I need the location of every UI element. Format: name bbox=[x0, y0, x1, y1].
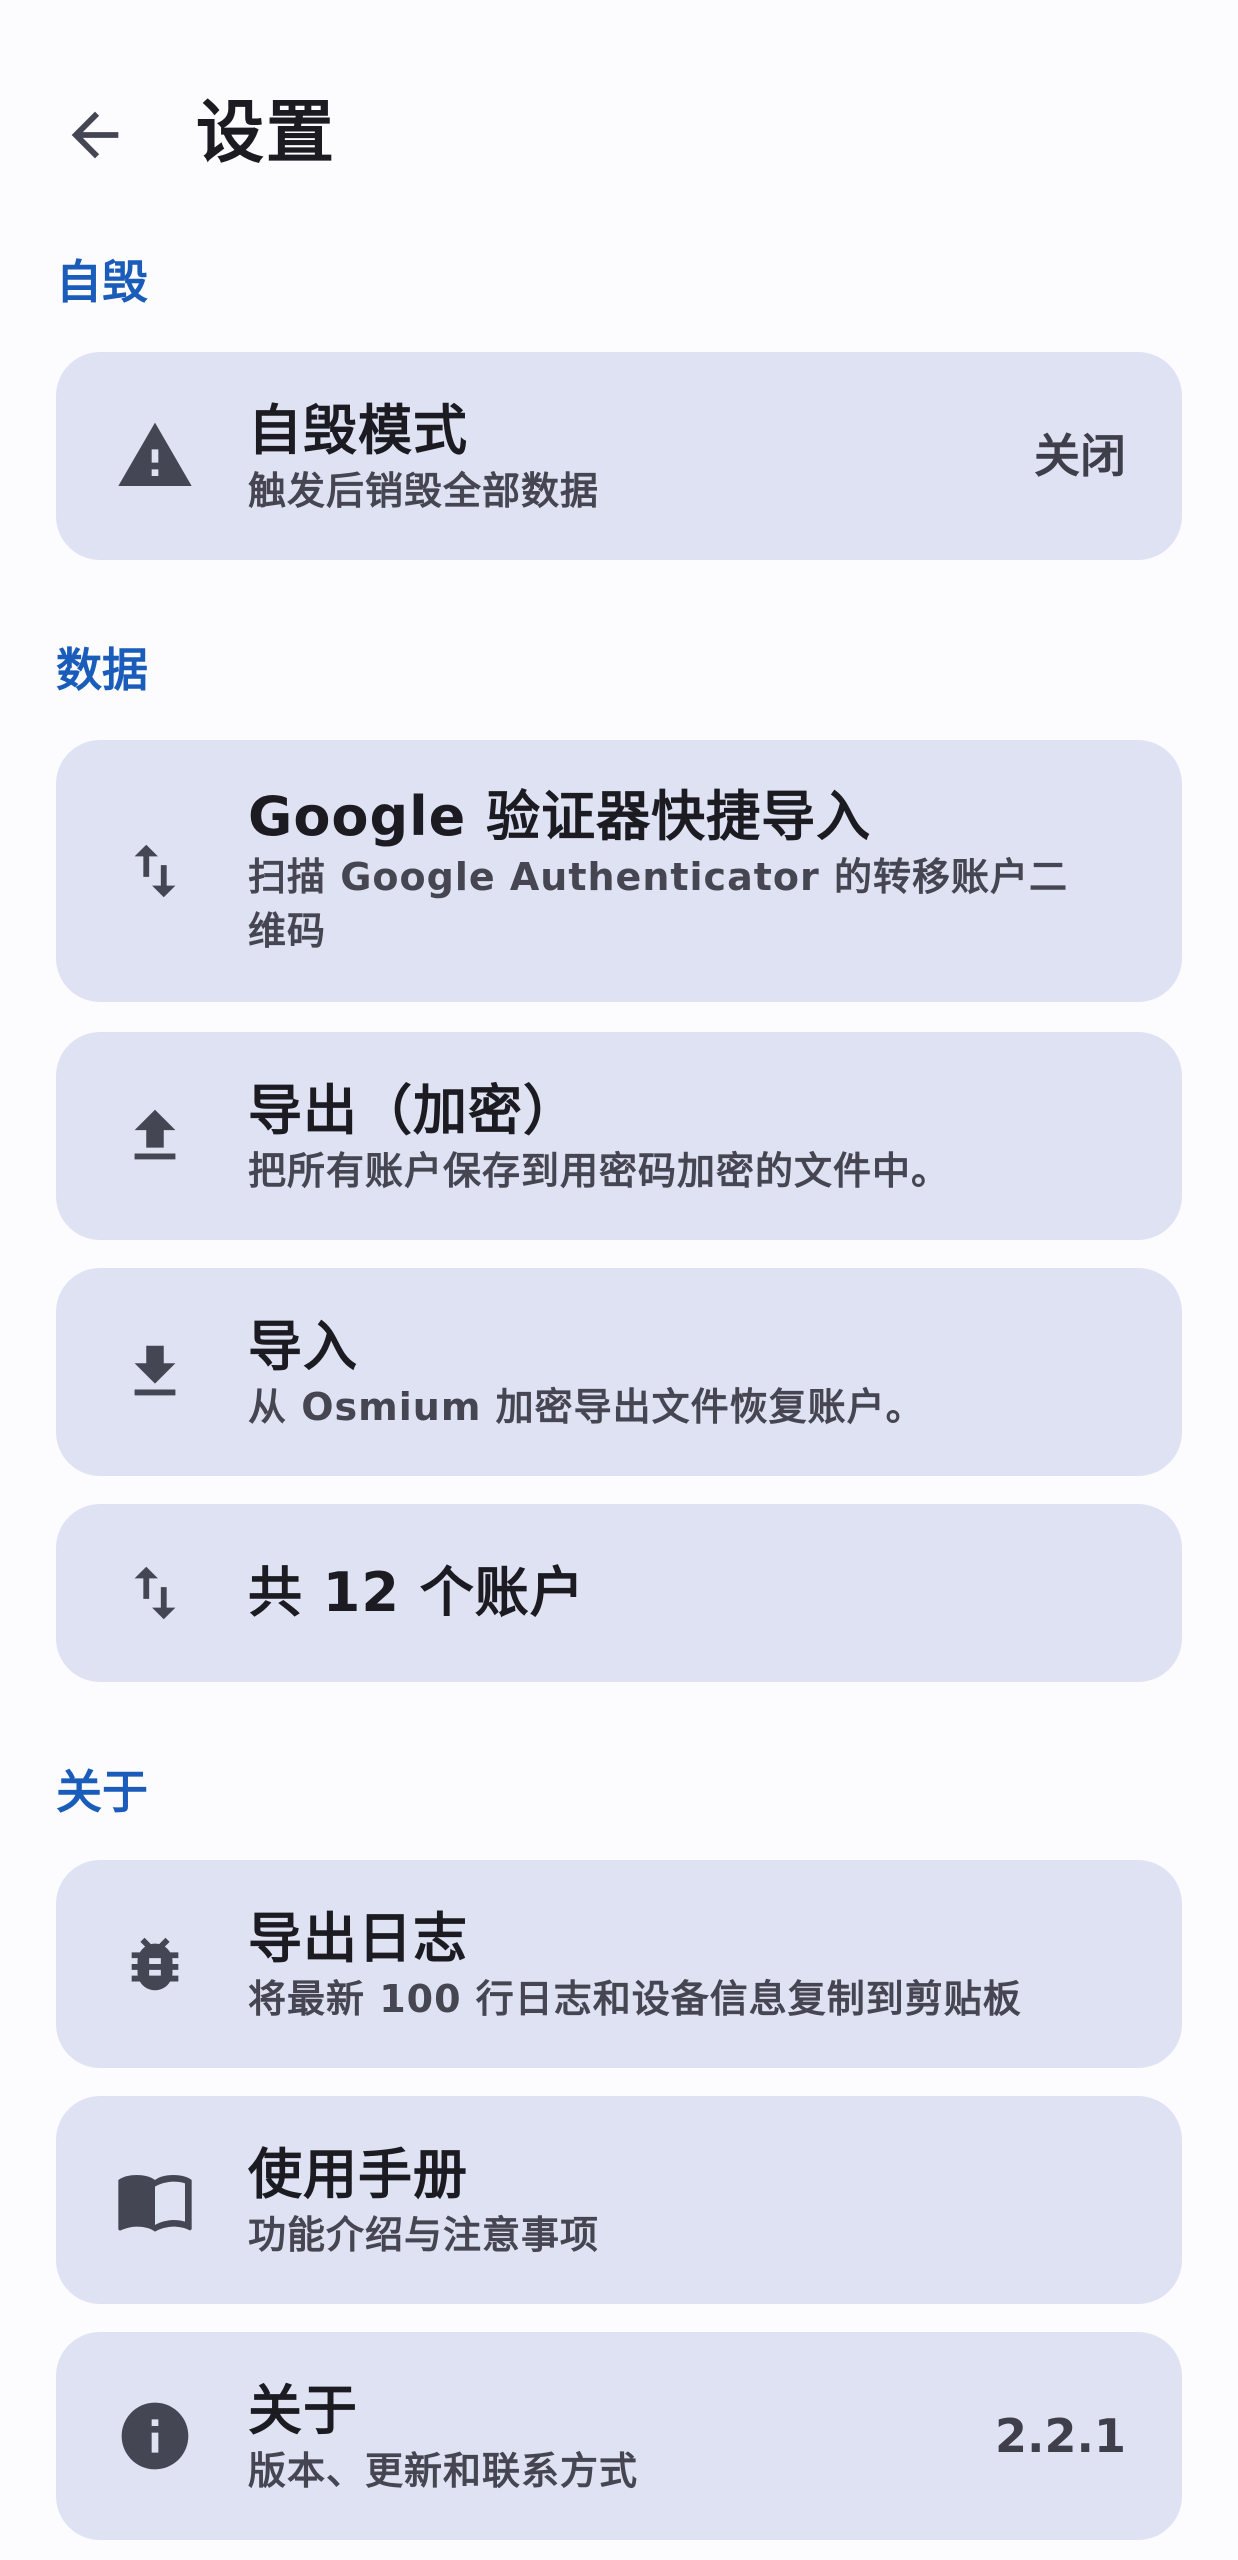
import-item[interactable]: 导入 从 Osmium 加密导出文件恢复账户。 bbox=[56, 1268, 1182, 1476]
back-arrow-icon bbox=[71, 111, 119, 159]
google-import-item[interactable]: Google 验证器快捷导入 扫描 Google Authenticator 的… bbox=[56, 740, 1182, 1002]
about-item[interactable]: 关于 版本、更新和联系方式 2.2.1 bbox=[56, 2332, 1182, 2540]
export-logs-subtitle: 将最新 100 行日志和设备信息复制到剪贴板 bbox=[248, 1977, 1022, 2021]
manual-item[interactable]: 使用手册 功能介绍与注意事项 bbox=[56, 2096, 1182, 2304]
manual-title: 使用手册 bbox=[248, 2143, 468, 2206]
about-title: 关于 bbox=[248, 2379, 358, 2442]
page-title: 设置 bbox=[196, 94, 337, 173]
bug-icon bbox=[110, 1919, 200, 2009]
export-encrypted-item[interactable]: 导出（加密） 把所有账户保存到用密码加密的文件中。 bbox=[56, 1032, 1182, 1240]
section-header-self-destruct: 自毁 bbox=[56, 255, 148, 309]
download-icon bbox=[110, 1327, 200, 1417]
info-icon bbox=[110, 2391, 200, 2481]
section-header-data: 数据 bbox=[56, 643, 148, 697]
swap-vert-icon bbox=[110, 1548, 200, 1638]
import-subtitle: 从 Osmium 加密导出文件恢复账户。 bbox=[248, 1385, 925, 1429]
import-title: 导入 bbox=[248, 1315, 358, 1378]
account-count-item[interactable]: 共 12 个账户 bbox=[56, 1504, 1182, 1682]
export-encrypted-title: 导出（加密） bbox=[248, 1079, 578, 1142]
back-button[interactable] bbox=[50, 90, 140, 180]
self-destruct-mode-title: 自毁模式 bbox=[248, 399, 468, 462]
self-destruct-mode-item[interactable]: 自毁模式 触发后销毁全部数据 关闭 bbox=[56, 352, 1182, 560]
book-icon bbox=[110, 2155, 200, 2245]
app-version-value: 2.2.1 bbox=[995, 2409, 1126, 2463]
export-encrypted-subtitle: 把所有账户保存到用密码加密的文件中。 bbox=[248, 1149, 951, 1193]
about-subtitle: 版本、更新和联系方式 bbox=[248, 2449, 639, 2493]
section-header-about: 关于 bbox=[56, 1765, 148, 1819]
account-count-title: 共 12 个账户 bbox=[248, 1561, 585, 1624]
warning-icon bbox=[110, 411, 200, 501]
export-logs-title: 导出日志 bbox=[248, 1907, 468, 1970]
manual-subtitle: 功能介绍与注意事项 bbox=[248, 2213, 600, 2257]
upload-icon bbox=[110, 1091, 200, 1181]
google-import-subtitle: 扫描 Google Authenticator 的转移账户二维码 bbox=[248, 855, 1068, 953]
export-logs-item[interactable]: 导出日志 将最新 100 行日志和设备信息复制到剪贴板 bbox=[56, 1860, 1182, 2068]
self-destruct-mode-subtitle: 触发后销毁全部数据 bbox=[248, 469, 600, 513]
top-app-bar: 设置 bbox=[0, 0, 1238, 270]
self-destruct-mode-value: 关闭 bbox=[1034, 429, 1126, 483]
google-import-title: Google 验证器快捷导入 bbox=[248, 785, 872, 848]
swap-vert-icon bbox=[110, 826, 200, 916]
